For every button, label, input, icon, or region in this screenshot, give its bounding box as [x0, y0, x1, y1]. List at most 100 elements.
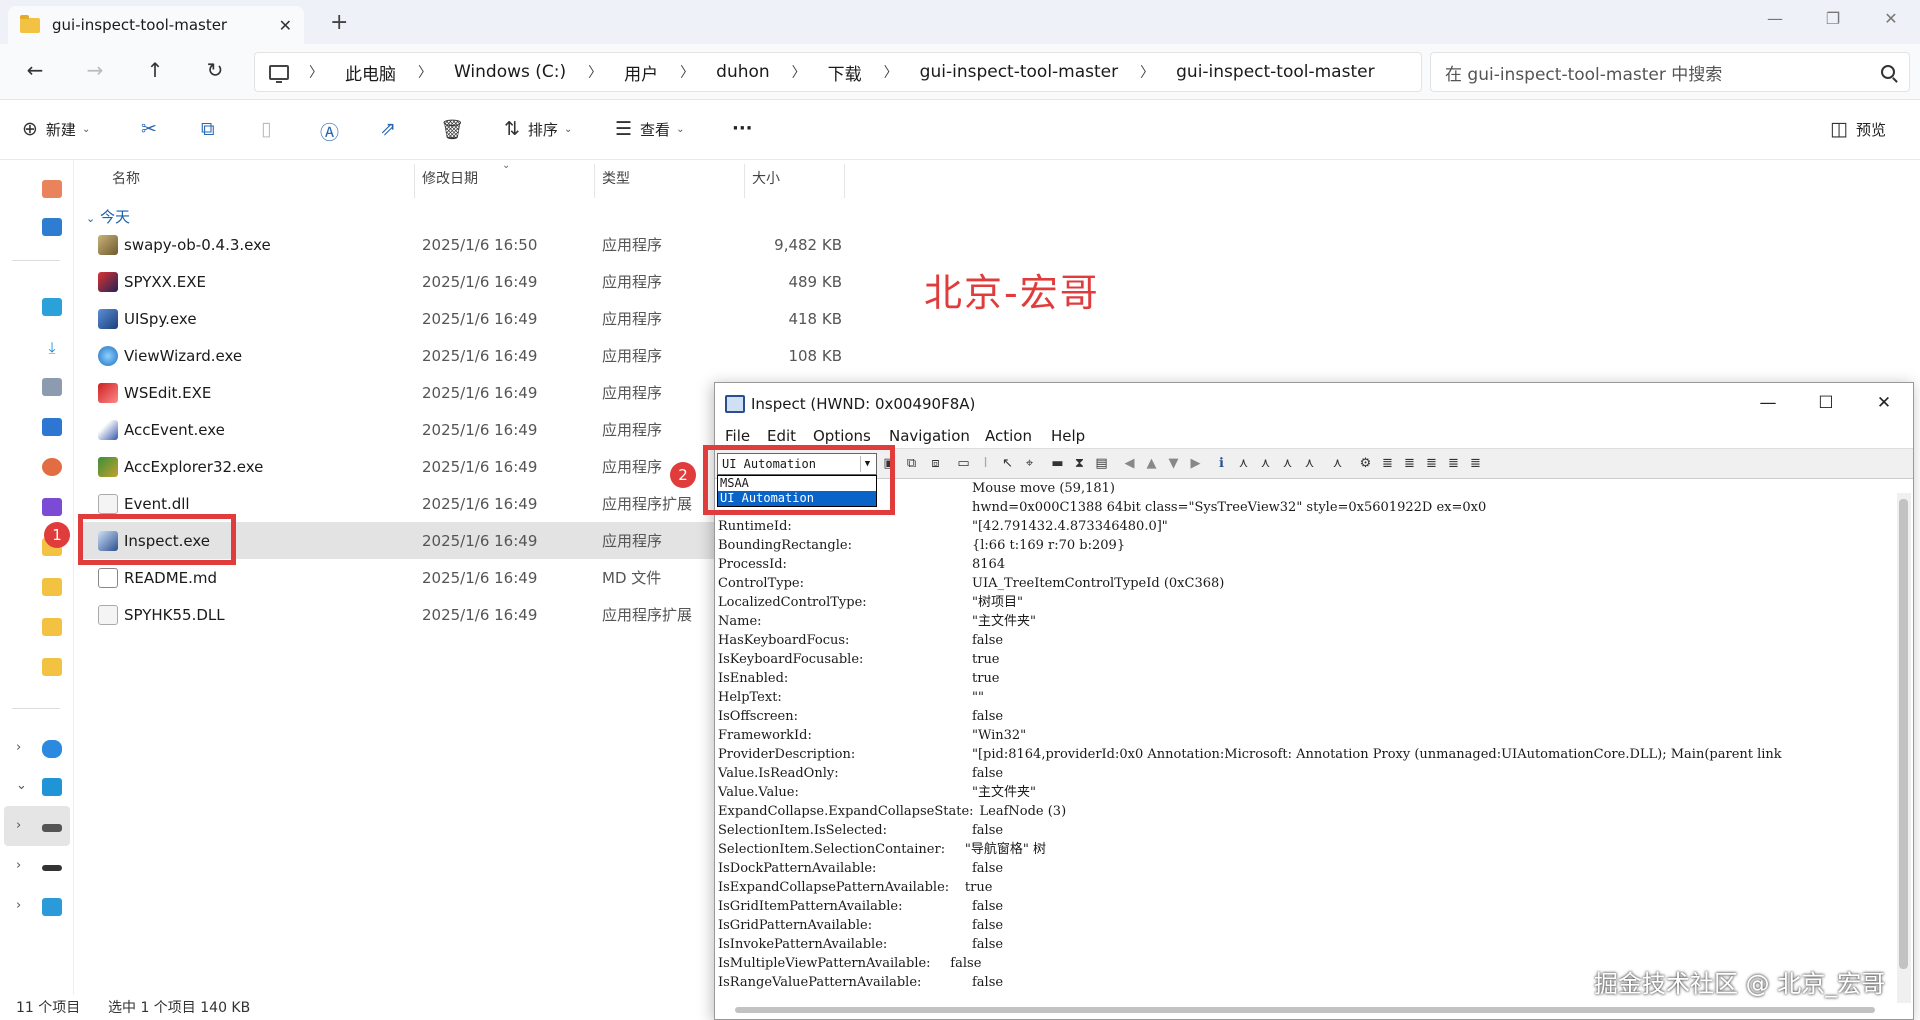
nav-up-icon[interactable]: ▲: [1143, 456, 1160, 472]
paste-button[interactable]: ▯: [261, 118, 279, 140]
column-divider[interactable]: [844, 164, 845, 198]
breadcrumb-separator[interactable]: 〉: [884, 62, 898, 82]
folder-icon[interactable]: [42, 618, 62, 636]
file-row[interactable]: UISpy.exe 2025/1/6 16:49 应用程序 418 KB: [82, 300, 862, 337]
breadcrumb-item[interactable]: gui-inspect-tool-master: [1176, 62, 1374, 82]
gallery-icon[interactable]: [42, 218, 62, 236]
close-button[interactable]: ✕: [1855, 383, 1913, 423]
menu-navigation[interactable]: Navigation: [889, 427, 970, 445]
settings-icon[interactable]: ⚙: [1357, 456, 1374, 472]
watch-tooltip-icon[interactable]: ⌖: [1021, 456, 1038, 472]
column-divider[interactable]: [744, 164, 745, 198]
new-tab-button[interactable]: +: [330, 10, 348, 35]
column-divider[interactable]: [594, 164, 595, 198]
rectangle-icon[interactable]: ▤: [1093, 456, 1110, 472]
restore-button[interactable]: ❐: [1804, 0, 1862, 36]
chevron-right-icon[interactable]: ›: [16, 858, 21, 873]
explorer-tab[interactable]: gui-inspect-tool-master ✕: [8, 6, 304, 44]
scrollbar-thumb[interactable]: [1899, 499, 1908, 969]
onedrive-icon[interactable]: [42, 740, 62, 758]
close-button[interactable]: ✕: [1862, 0, 1920, 36]
breadcrumb-separator[interactable]: 〉: [309, 62, 323, 82]
file-row[interactable]: SPYXX.EXE 2025/1/6 16:49 应用程序 489 KB: [82, 263, 862, 300]
menu-file[interactable]: File: [725, 427, 750, 445]
search-box[interactable]: 在 gui-inspect-tool-master 中搜索: [1430, 52, 1910, 92]
rename-button[interactable]: Ⓐ: [320, 118, 347, 145]
desktop-icon[interactable]: [42, 298, 62, 316]
properties-pane[interactable]: Mouse move (59,181) hwnd=0x000C1388 64bit…: [715, 479, 1895, 1009]
share-button[interactable]: ⇗: [380, 118, 404, 140]
tree-parent-icon[interactable]: ⋏: [1235, 456, 1252, 472]
breadcrumb-separator[interactable]: 〉: [1140, 62, 1154, 82]
nav-down-icon[interactable]: ▼: [1165, 456, 1182, 472]
breadcrumb-item[interactable]: 用户: [624, 60, 658, 85]
breadcrumb-separator[interactable]: 〉: [588, 62, 602, 82]
watch-cursor-icon[interactable]: ↖: [999, 456, 1016, 472]
breadcrumb-separator[interactable]: 〉: [680, 62, 694, 82]
show-window-icon[interactable]: ▬: [1049, 456, 1066, 472]
file-row[interactable]: swapy-ob-0.4.3.exe 2025/1/6 16:50 应用程序 9…: [82, 226, 862, 263]
breadcrumb-item[interactable]: Windows (C:): [454, 62, 566, 82]
column-divider[interactable]: [414, 164, 415, 198]
menu-help[interactable]: Help: [1051, 427, 1085, 445]
drive-icon[interactable]: [42, 865, 62, 871]
drive-icon[interactable]: [42, 824, 62, 832]
pictures-icon[interactable]: [42, 418, 62, 436]
nav-left-icon[interactable]: ◀: [1121, 456, 1138, 472]
tree-next-icon[interactable]: ⋏: [1301, 456, 1318, 472]
breadcrumb-separator[interactable]: 〉: [418, 62, 432, 82]
chevron-right-icon[interactable]: ›: [16, 740, 21, 755]
highlight-rect-icon[interactable]: ▭: [955, 456, 972, 472]
breadcrumb-item[interactable]: gui-inspect-tool-master: [920, 62, 1118, 82]
refresh-button[interactable]: ↻: [200, 58, 230, 82]
inspect-titlebar[interactable]: Inspect (HWND: 0x00490F8A) — ☐ ✕: [715, 383, 1913, 425]
up-button[interactable]: ↑: [140, 58, 170, 82]
expand-all-icon[interactable]: ≣: [1379, 456, 1396, 472]
new-button[interactable]: ⊕ 新建 ⌄: [22, 118, 90, 140]
nav-right-icon[interactable]: ▶: [1187, 456, 1204, 472]
list-icon[interactable]: ≣: [1423, 456, 1440, 472]
this-pc-icon[interactable]: [42, 778, 62, 796]
copy-button[interactable]: ⧉: [201, 118, 223, 140]
breadcrumb-item[interactable]: 下载: [828, 60, 862, 85]
delete-button[interactable]: 🗑: [440, 118, 472, 141]
horizontal-scrollbar[interactable]: [735, 1007, 1875, 1013]
tree-sibling-icon[interactable]: ⋏: [1279, 456, 1296, 472]
downloads-icon[interactable]: ⤓: [42, 338, 62, 357]
copy-props-icon[interactable]: ⧈: [927, 456, 944, 472]
minimize-button[interactable]: —: [1739, 383, 1797, 423]
tree-child-icon[interactable]: ⋏: [1257, 456, 1274, 472]
list-more-icon[interactable]: ≣: [1467, 456, 1484, 472]
menu-edit[interactable]: Edit: [767, 427, 796, 445]
minimize-button[interactable]: —: [1746, 0, 1804, 36]
preview-button[interactable]: ◫ 预览: [1830, 118, 1886, 140]
chevron-down-icon[interactable]: ⌄: [16, 778, 27, 793]
more-button[interactable]: ···: [732, 118, 753, 139]
breadcrumb-separator[interactable]: 〉: [792, 62, 806, 82]
videos-icon[interactable]: [42, 498, 62, 516]
column-header-type[interactable]: 类型: [602, 168, 630, 188]
close-tab-icon[interactable]: ✕: [279, 16, 292, 35]
chevron-right-icon[interactable]: ›: [16, 898, 21, 913]
hourglass-icon[interactable]: ⧗: [1071, 456, 1088, 472]
address-bar[interactable]: 〉 此电脑 〉 Windows (C:) 〉 用户 〉 duhon 〉 下载 〉…: [254, 52, 1422, 92]
menu-action[interactable]: Action: [985, 427, 1032, 445]
column-header-name[interactable]: 名称: [112, 168, 140, 188]
group-header-today[interactable]: ⌄ 今天: [86, 206, 130, 227]
copy-tree-icon[interactable]: ⧉: [903, 456, 920, 472]
vertical-scrollbar[interactable]: [1897, 493, 1911, 1003]
folder-icon[interactable]: [42, 578, 62, 596]
music-icon[interactable]: [42, 458, 62, 476]
column-header-size[interactable]: 大小: [752, 168, 780, 188]
column-header-date[interactable]: 修改日期: [422, 168, 478, 188]
list-alt-icon[interactable]: ≣: [1445, 456, 1462, 472]
breadcrumb-item[interactable]: duhon: [716, 62, 770, 82]
view-button[interactable]: ☰ 查看 ⌄: [615, 118, 684, 140]
info-icon[interactable]: ℹ: [1213, 456, 1230, 472]
collapse-icon[interactable]: ≣: [1401, 456, 1418, 472]
search-icon[interactable]: [1881, 65, 1895, 79]
folder-icon[interactable]: [42, 658, 62, 676]
home-icon[interactable]: [42, 180, 62, 198]
sort-button[interactable]: ⇅ 排序 ⌄: [504, 118, 572, 140]
file-row[interactable]: ViewWizard.exe 2025/1/6 16:49 应用程序 108 K…: [82, 337, 862, 374]
